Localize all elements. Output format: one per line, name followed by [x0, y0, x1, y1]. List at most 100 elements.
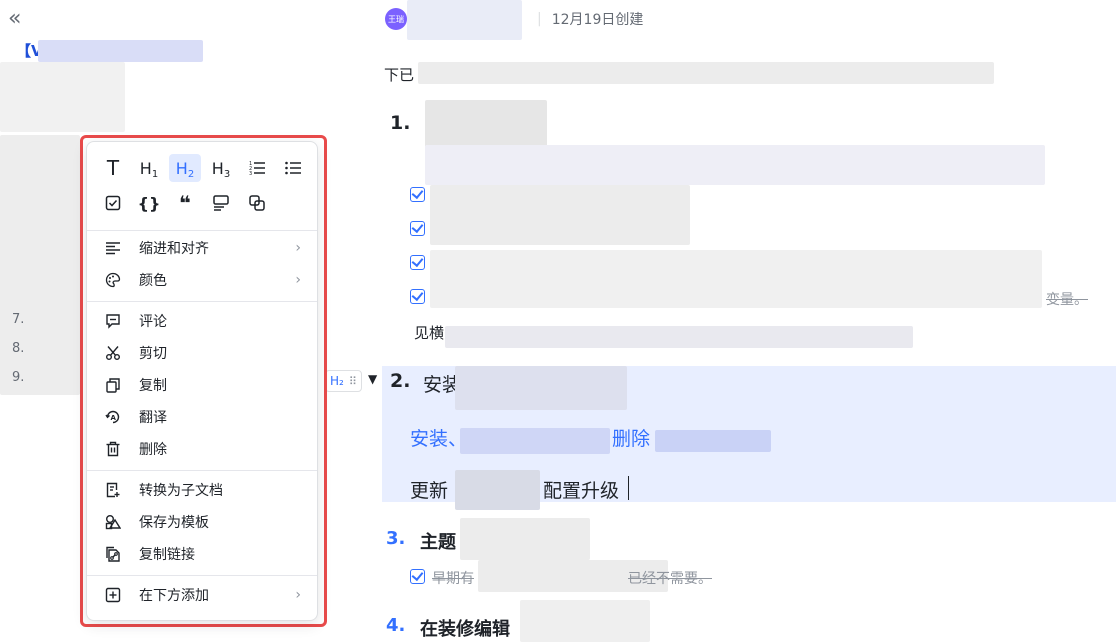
checked-checkbox[interactable]	[410, 187, 425, 202]
redacted-region	[418, 62, 994, 84]
menu-item-label: 复制链接	[139, 547, 195, 563]
chevron-right-icon: ›	[295, 240, 301, 256]
doc-link[interactable]: 安装、	[410, 424, 467, 451]
menu-divider	[87, 230, 317, 231]
section-title: 在装修编辑	[420, 619, 510, 640]
checklist-text: 已经不需要。	[628, 571, 712, 587]
convert-subdoc-menu-item[interactable]: 转换为子文档	[87, 475, 317, 505]
checked-checkbox[interactable]	[410, 289, 425, 304]
collapse-arrow-icon[interactable]: ▼	[368, 372, 377, 386]
menu-divider	[87, 301, 317, 302]
block-context-menu: T H1 H2 H3 123 {} ❝ 缩进和对齐 › 颜色 › 评论 剪切 复…	[86, 141, 318, 621]
section-number: 3.	[386, 528, 406, 549]
redacted-region	[460, 518, 590, 560]
checked-checkbox[interactable]	[410, 569, 425, 584]
section-number: 2.	[390, 370, 411, 392]
redacted-region	[407, 0, 522, 40]
menu-item-label: 剪切	[139, 346, 167, 362]
copy-link-menu-item[interactable]: 复制链接	[87, 539, 317, 569]
checkbox-icon[interactable]	[97, 189, 129, 217]
redacted-region	[425, 145, 1045, 185]
section-title: 主题	[420, 532, 456, 553]
checked-checkbox[interactable]	[410, 255, 425, 270]
created-date: 12月19日创建	[551, 12, 644, 28]
menu-divider	[87, 470, 317, 471]
menu-item-label: 删除	[139, 442, 167, 458]
redacted-region	[520, 600, 650, 642]
link-icon	[103, 544, 123, 564]
redacted-region	[455, 470, 540, 510]
synced-block-icon[interactable]	[241, 189, 273, 217]
redacted-region	[430, 185, 690, 245]
section-number: 4.	[386, 615, 406, 636]
checked-checkbox[interactable]	[410, 221, 425, 236]
palette-icon	[103, 270, 123, 290]
chevron-right-icon: ›	[295, 587, 301, 603]
block-type-row: T H1 H2 H3 123	[97, 154, 309, 182]
checklist-text: 变量。	[1046, 292, 1088, 308]
text-cursor	[628, 476, 629, 500]
see-text: 见横	[414, 324, 445, 342]
copy-menu-item[interactable]: 复制	[87, 370, 317, 400]
chevron-right-icon: ›	[295, 272, 301, 288]
template-icon	[103, 512, 123, 532]
outline-item[interactable]: 9.	[12, 370, 24, 385]
bullet-list-icon[interactable]	[277, 154, 309, 182]
comment-icon	[103, 311, 123, 331]
section-number: 1.	[390, 112, 411, 134]
ordered-list-icon[interactable]: 123	[241, 154, 273, 182]
outline-item[interactable]: 7.	[12, 312, 24, 327]
comment-menu-item[interactable]: 评论	[87, 306, 317, 336]
text-icon[interactable]: T	[97, 154, 129, 182]
menu-item-label: 翻译	[139, 410, 167, 426]
menu-item-label: 在下方添加	[139, 588, 209, 604]
redacted-region	[425, 100, 547, 148]
redacted-region	[0, 135, 80, 395]
quote-icon[interactable]: ❝	[169, 189, 201, 217]
avatar[interactable]: 王瑞	[385, 8, 407, 30]
redacted-region	[460, 428, 610, 454]
meta-divider: |	[537, 11, 542, 27]
intro-text: 下已	[384, 66, 415, 84]
doc-link[interactable]: 删除	[612, 424, 650, 451]
block-handle[interactable]: H₂ ⠿	[325, 370, 362, 392]
save-template-menu-item[interactable]: 保存为模板	[87, 507, 317, 537]
align-left-icon	[103, 238, 123, 258]
code-block-icon[interactable]: {}	[133, 189, 165, 217]
delete-menu-item[interactable]: 删除	[87, 434, 317, 464]
drag-handle-icon[interactable]: ⠿	[349, 375, 357, 388]
trash-icon	[103, 439, 123, 459]
scissors-icon	[103, 343, 123, 363]
block-type-row: {} ❝	[97, 189, 273, 217]
menu-item-label: 转换为子文档	[139, 483, 223, 499]
redacted-region	[655, 430, 771, 452]
cut-menu-item[interactable]: 剪切	[87, 338, 317, 368]
collapse-sidebar-icon[interactable]: «	[8, 6, 21, 32]
redacted-region	[445, 326, 913, 348]
menu-divider	[87, 575, 317, 576]
redacted-region	[455, 366, 627, 410]
document-add-icon	[103, 480, 123, 500]
plus-square-icon	[103, 585, 123, 605]
indent-align-menu-item[interactable]: 缩进和对齐 ›	[87, 233, 317, 263]
svg-text:3: 3	[249, 171, 252, 177]
body-text: 更新	[410, 480, 449, 502]
redacted-region	[430, 250, 1042, 308]
redacted-region	[38, 40, 203, 62]
color-menu-item[interactable]: 颜色 ›	[87, 265, 317, 295]
menu-item-label: 缩进和对齐	[139, 241, 209, 257]
menu-item-label: 颜色	[139, 273, 167, 289]
heading3-icon[interactable]: H3	[205, 154, 237, 182]
menu-item-label: 评论	[139, 314, 167, 330]
menu-item-label: 保存为模板	[139, 515, 209, 531]
checklist-text: 早期有	[432, 571, 474, 587]
heading1-icon[interactable]: H1	[133, 154, 165, 182]
translate-menu-item[interactable]: A 翻译	[87, 402, 317, 432]
callout-icon[interactable]	[205, 189, 237, 217]
heading2-icon[interactable]: H2	[169, 154, 201, 182]
body-text: 配置升级	[543, 480, 620, 502]
translate-icon: A	[103, 407, 123, 427]
add-below-menu-item[interactable]: 在下方添加 ›	[87, 580, 317, 610]
heading2-indicator: H₂	[330, 374, 344, 388]
outline-item[interactable]: 8.	[12, 341, 24, 356]
